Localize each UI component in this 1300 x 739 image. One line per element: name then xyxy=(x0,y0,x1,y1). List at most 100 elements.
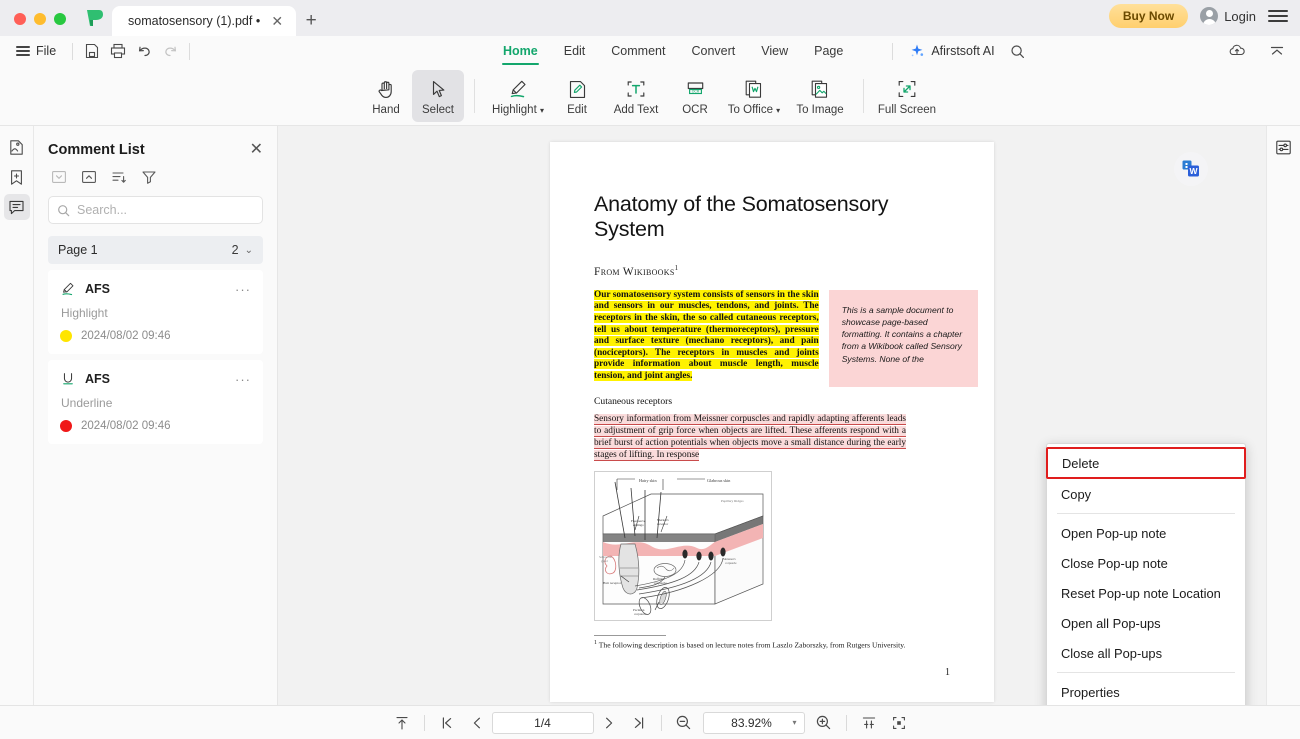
ctx-close-all-popups[interactable]: Close all Pop-ups xyxy=(1047,638,1245,668)
next-page-icon[interactable] xyxy=(594,711,624,735)
document-source: From Wikibooks1 xyxy=(594,264,679,278)
right-sidebar-rail xyxy=(1266,126,1300,705)
more-options-icon[interactable]: ··· xyxy=(235,372,251,387)
tool-add-text-label: Add Text xyxy=(613,104,659,116)
annotation-context-menu[interactable]: Delete Copy Open Pop-up note Close Pop-u… xyxy=(1046,443,1246,705)
hamburger-icon[interactable] xyxy=(1268,10,1288,22)
expand-all-icon[interactable] xyxy=(80,168,98,186)
tab-title: somatosensory (1).pdf • xyxy=(128,14,261,28)
window-controls xyxy=(0,13,78,36)
collapse-all-icon[interactable] xyxy=(50,168,68,186)
tool-ocr[interactable]: OCR OCR xyxy=(669,70,721,122)
comment-item-header: AFS ··· xyxy=(60,371,251,387)
tool-edit[interactable]: Edit xyxy=(551,70,603,122)
page-number-input[interactable]: 1/4 xyxy=(491,711,594,734)
first-page-icon[interactable] xyxy=(432,711,462,735)
highlighter-pen-icon xyxy=(60,281,76,297)
tab-home[interactable]: Home xyxy=(490,36,551,66)
tool-add-text[interactable]: Add Text xyxy=(603,70,669,122)
prev-page-icon[interactable] xyxy=(462,711,492,735)
tab-comment[interactable]: Comment xyxy=(598,36,678,66)
more-options-icon[interactable]: ··· xyxy=(235,282,251,297)
tool-highlight[interactable]: Highlight ▾ xyxy=(485,70,551,122)
maximize-window-button[interactable] xyxy=(54,13,66,25)
svg-text:endings: endings xyxy=(633,523,644,527)
ctx-copy[interactable]: Copy xyxy=(1047,479,1245,509)
sort-icon[interactable] xyxy=(110,168,128,186)
close-window-button[interactable] xyxy=(14,13,26,25)
minimize-window-button[interactable] xyxy=(34,13,46,25)
search-icon[interactable] xyxy=(1005,39,1031,63)
tool-select[interactable]: Select xyxy=(412,69,464,122)
underlined-paragraph[interactable]: Sensory information from Meissner corpus… xyxy=(550,407,950,462)
comment-author: AFS xyxy=(85,282,110,296)
document-viewer[interactable]: W Anatomy of the Somatosensory System Fr… xyxy=(278,126,1266,705)
bookmark-add-icon[interactable] xyxy=(4,164,30,190)
zoom-out-icon[interactable] xyxy=(669,711,699,735)
chevron-down-icon[interactable]: ▾ xyxy=(792,718,796,727)
divider-3 xyxy=(892,42,894,60)
comment-list-icon[interactable] xyxy=(3,194,30,220)
close-icon[interactable]: ✕ xyxy=(268,12,286,30)
tab-page[interactable]: Page xyxy=(801,36,856,66)
workspace: Comment List ✕ Search... Page 1 2 ⌄ AFS … xyxy=(0,126,1300,705)
tool-to-office[interactable]: To Office ▾ xyxy=(721,70,787,122)
document-tab[interactable]: somatosensory (1).pdf • ✕ xyxy=(112,6,297,36)
pdf-page-1[interactable]: W Anatomy of the Somatosensory System Fr… xyxy=(550,142,1208,702)
login-button[interactable]: Login xyxy=(1200,7,1256,25)
ctx-divider-2 xyxy=(1057,672,1235,673)
tab-convert[interactable]: Convert xyxy=(678,36,748,66)
yellow-highlight[interactable]: Our somatosensory system consists of sen… xyxy=(594,289,819,381)
tool-to-image[interactable]: To Image xyxy=(787,70,853,122)
zoom-level-select[interactable]: 83.92% ▾ xyxy=(702,711,805,734)
ctx-close-popup-note[interactable]: Close Pop-up note xyxy=(1047,548,1245,578)
red-underline[interactable]: Sensory information from Meissner corpus… xyxy=(594,413,906,461)
save-icon[interactable] xyxy=(79,39,105,63)
ctx-properties[interactable]: Properties xyxy=(1047,677,1245,705)
page-thumbnail-icon[interactable] xyxy=(4,134,30,160)
underline-icon xyxy=(60,371,76,387)
afirstsoft-ai-button[interactable]: Afirstsoft AI xyxy=(899,43,1004,59)
plus-icon[interactable]: + xyxy=(296,6,326,36)
redo-icon[interactable] xyxy=(157,39,183,63)
chevron-down-icon[interactable]: ⌄ xyxy=(245,245,253,256)
last-page-icon[interactable] xyxy=(624,711,654,735)
tool-edit-label: Edit xyxy=(567,104,587,116)
full-screen-icon xyxy=(896,77,918,101)
ctx-open-all-popups[interactable]: Open all Pop-ups xyxy=(1047,608,1245,638)
ctx-reset-popup-note-location[interactable]: Reset Pop-up note Location xyxy=(1047,578,1245,608)
ctx-delete[interactable]: Delete xyxy=(1046,447,1246,479)
close-icon[interactable]: ✕ xyxy=(250,142,263,158)
zoom-in-icon[interactable] xyxy=(809,711,839,735)
comment-item-highlight[interactable]: AFS ··· Highlight 2024/08/02 09:46 xyxy=(48,270,263,354)
word-export-icon[interactable]: W xyxy=(1174,152,1208,186)
buy-now-button[interactable]: Buy Now xyxy=(1108,4,1189,28)
search-input[interactable] xyxy=(77,203,254,217)
comment-item-meta: 2024/08/02 09:46 xyxy=(60,330,251,342)
tool-full-screen[interactable]: Full Screen xyxy=(874,70,940,122)
svg-text:W: W xyxy=(1189,166,1198,176)
filter-icon[interactable] xyxy=(140,168,158,186)
comment-item-underline[interactable]: AFS ··· Underline 2024/08/02 09:46 xyxy=(48,360,263,444)
comment-group-count-wrap: 2 ⌄ xyxy=(232,243,253,257)
print-icon[interactable] xyxy=(105,39,131,63)
divider xyxy=(72,42,74,60)
ctx-open-popup-note[interactable]: Open Pop-up note xyxy=(1047,518,1245,548)
divider xyxy=(423,714,425,731)
undo-icon[interactable] xyxy=(131,39,157,63)
highlighted-paragraph[interactable]: Our somatosensory system consists of sen… xyxy=(594,289,819,387)
collapse-ribbon-icon[interactable] xyxy=(1264,39,1290,63)
fit-page-icon[interactable] xyxy=(387,711,417,735)
svg-text:Hair receptor: Hair receptor xyxy=(603,581,622,585)
tool-hand[interactable]: Hand xyxy=(360,70,412,122)
properties-panel-icon[interactable] xyxy=(1271,134,1297,160)
single-page-view-icon[interactable] xyxy=(854,711,884,735)
fit-width-icon[interactable] xyxy=(884,711,914,735)
tab-view[interactable]: View xyxy=(748,36,801,66)
comment-group-page-1[interactable]: Page 1 2 ⌄ xyxy=(48,236,263,264)
tool-select-label: Select xyxy=(422,104,454,116)
comment-search-box[interactable] xyxy=(48,196,263,224)
tab-edit[interactable]: Edit xyxy=(551,36,599,66)
cloud-upload-icon[interactable] xyxy=(1224,39,1250,63)
file-menu-button[interactable]: File xyxy=(0,44,66,58)
